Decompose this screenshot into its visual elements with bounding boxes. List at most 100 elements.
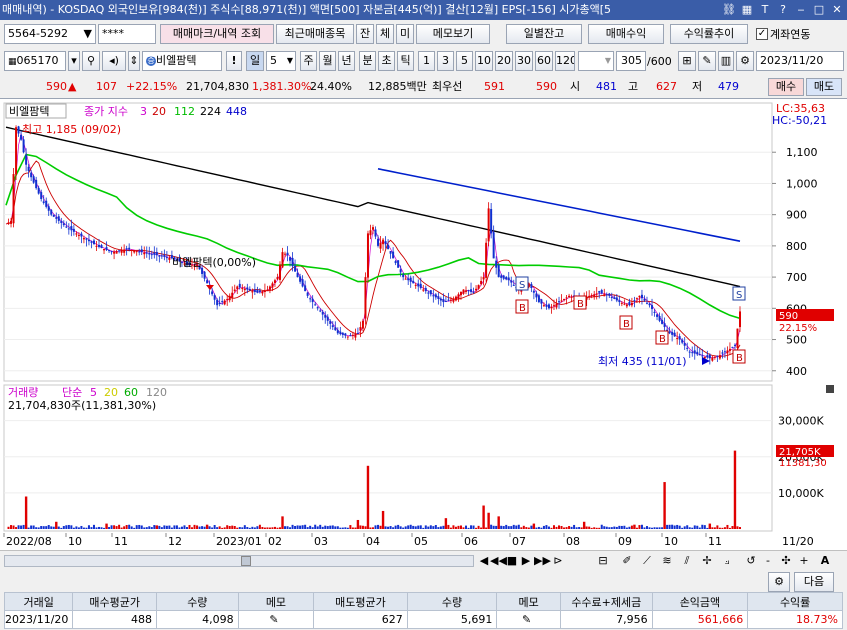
next-button[interactable]: 다음 (794, 572, 834, 592)
interval-5-button[interactable]: 5 (456, 51, 473, 71)
step-prev-button[interactable]: ◀◀ (490, 553, 507, 569)
col-header[interactable]: 매수평균가 (72, 592, 157, 611)
draw-tool-icon[interactable]: ✎ (698, 51, 716, 71)
col-header[interactable]: 수량 (155, 592, 239, 611)
candle (103, 249, 106, 251)
interval-60-button[interactable]: 60 (535, 51, 553, 71)
interval-120-button[interactable]: 120 (555, 51, 575, 71)
zoom-in-button[interactable]: + (798, 553, 810, 569)
period-count-select[interactable]: 5 ▼ (266, 51, 296, 71)
col-header[interactable]: 거래일 (3, 592, 74, 611)
line-icon[interactable]: ⟋ (640, 553, 654, 569)
password-field[interactable]: **** (98, 24, 156, 44)
volume-bar (178, 527, 181, 529)
period-second-button[interactable]: 초 (378, 51, 395, 71)
speaker-icon[interactable]: ◂) (102, 51, 126, 71)
col-header[interactable]: 수익률 (747, 592, 843, 611)
col-header[interactable]: 수수료+제세금 (559, 592, 653, 611)
step-next-button[interactable]: ▶▶ (534, 553, 551, 569)
close-icon[interactable]: ✕ (829, 1, 845, 18)
stock-code-select[interactable]: ▦065170 (4, 51, 66, 71)
interval-10-button[interactable]: 10 (475, 51, 493, 71)
account-select[interactable]: 5564-5292 ▼ (4, 24, 96, 44)
sell-button[interactable]: 매도 (806, 78, 842, 96)
font-size-button[interactable]: A (818, 553, 832, 569)
text-tool-icon[interactable]: ✢ (700, 553, 714, 569)
help-icon[interactable]: ? (775, 1, 791, 18)
candle (324, 314, 327, 318)
trade-mark-button[interactable]: 매매마크/내역 조회 (160, 24, 274, 44)
panel-max-icon[interactable] (826, 385, 834, 393)
recent-trades-button[interactable]: 최근매매종목 (276, 24, 354, 44)
open-price: 481 (596, 80, 617, 93)
draw-icon[interactable]: ✐ (620, 553, 634, 569)
period-month-button[interactable]: 월 (319, 51, 336, 71)
fan-icon[interactable]: ⟓ (720, 553, 734, 569)
trade-profit-button[interactable]: 매매수익 (588, 24, 664, 44)
zoom-out-button[interactable]: - (762, 553, 774, 569)
chart-date-input[interactable]: 2023/11/20 (756, 51, 844, 71)
channel-icon[interactable]: ⫽ (680, 553, 694, 569)
search-icon[interactable]: ⚲ (82, 51, 100, 71)
candle (271, 283, 274, 288)
period-daily-button[interactable]: 일 (246, 51, 264, 71)
text-icon[interactable]: T (757, 1, 773, 18)
bar-count-input[interactable]: 305 (616, 51, 646, 71)
to-end-icon[interactable]: ⊳ (552, 553, 564, 569)
interval-1-button[interactable]: 1 (418, 51, 435, 71)
col-header[interactable]: 손익금액 (651, 592, 749, 611)
memo-icon[interactable]: ✎ (496, 610, 561, 629)
stock-name-field[interactable]: 증비엘팜텍 (142, 51, 222, 71)
period-year-button[interactable]: 년 (338, 51, 355, 71)
stock-chart[interactable]: 1,1001,00090080070060050040030,000K20,00… (0, 99, 847, 551)
gear-icon[interactable]: ⚙ (768, 572, 790, 592)
stock-prev-button[interactable]: ⇕ (128, 51, 140, 71)
table-row[interactable]: 2023/11/20 488 4,098 ✎ 627 5,691 ✎ 7,956… (3, 610, 843, 629)
chart-area[interactable]: 1,100 1,000 900 800 700 600 500 400 30,000K 20,00… (0, 98, 847, 551)
col-header[interactable]: 수량 (406, 592, 498, 611)
daily-balance-button[interactable]: 일별잔고 (506, 24, 582, 44)
link-icon[interactable]: ⛓ (721, 1, 737, 18)
interval-30-button[interactable]: 30 (515, 51, 533, 71)
grid-icon[interactable]: ▦ (739, 1, 755, 18)
candle (128, 247, 131, 250)
buy-button[interactable]: 매수 (768, 78, 804, 96)
col-header[interactable]: 메모 (496, 592, 561, 611)
minimize-icon[interactable]: ‒ (793, 1, 809, 18)
stop-button[interactable]: ■ (506, 553, 518, 569)
candle (552, 305, 555, 307)
candle (610, 297, 613, 299)
reset-icon[interactable]: ↺ (744, 553, 758, 569)
candle (110, 251, 113, 253)
move-icon[interactable]: ✣ (780, 553, 792, 569)
memo-icon[interactable]: ✎ (237, 610, 315, 629)
scroll-thumb[interactable] (241, 556, 251, 566)
compare-icon[interactable]: ⊟ (596, 553, 610, 569)
crosshair-icon[interactable]: ⊞ (678, 51, 696, 71)
profit-trend-button[interactable]: 수익률추이 (670, 24, 748, 44)
gear-icon[interactable]: ⚙ (736, 51, 754, 71)
interval-custom-select[interactable]: ▼ (578, 51, 614, 71)
step-back-button[interactable]: ◀ (478, 553, 490, 569)
col-header[interactable]: 메모 (237, 592, 315, 611)
candle (294, 265, 297, 272)
layout-icon[interactable]: ▥ (718, 51, 734, 71)
period-minute-button[interactable]: 분 (359, 51, 376, 71)
play-button[interactable]: ▶ (520, 553, 532, 569)
executed-button[interactable]: 체 (376, 24, 394, 44)
fib-icon[interactable]: ≋ (660, 553, 674, 569)
memo-view-button[interactable]: 메모보기 (416, 24, 490, 44)
col-header[interactable]: 매도평균가 (313, 592, 408, 611)
maximize-icon[interactable]: □ (811, 1, 827, 18)
period-week-button[interactable]: 주 (300, 51, 317, 71)
account-link-checkbox[interactable]: ✓ (756, 28, 768, 40)
period-tick-button[interactable]: 틱 (397, 51, 414, 71)
unexecuted-button[interactable]: 미 (396, 24, 414, 44)
code-dropdown-button[interactable]: ▾ (68, 51, 80, 71)
balance-button[interactable]: 잔 (356, 24, 374, 44)
svg-text:590: 590 (779, 311, 798, 322)
chart-scrollbar[interactable] (4, 555, 474, 567)
alert-button[interactable]: ! (226, 51, 242, 71)
interval-3-button[interactable]: 3 (437, 51, 454, 71)
interval-20-button[interactable]: 20 (495, 51, 513, 71)
